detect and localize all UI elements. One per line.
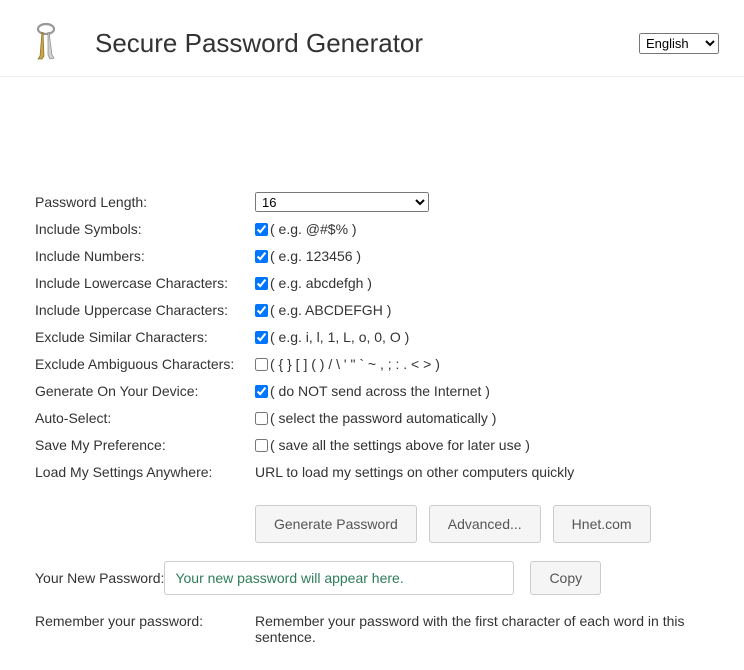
ambiguous-hint: ( { } [ ] ( ) / \ ' " ` ~ , ; : . < > ): [270, 356, 440, 372]
device-checkbox[interactable]: [255, 385, 268, 398]
symbols-label: Include Symbols:: [35, 221, 255, 237]
symbols-hint: ( e.g. @#$% ): [270, 221, 357, 237]
similar-hint: ( e.g. i, l, 1, L, o, 0, O ): [270, 329, 409, 345]
content: Password Length: 16 Include Symbols: ( e…: [0, 77, 744, 670]
generate-button[interactable]: Generate Password: [255, 505, 417, 543]
device-label: Generate On Your Device:: [35, 383, 255, 399]
uppercase-checkbox[interactable]: [255, 304, 268, 317]
device-row: Generate On Your Device: ( do NOT send a…: [35, 381, 709, 401]
advanced-button[interactable]: Advanced...: [429, 505, 541, 543]
uppercase-hint: ( e.g. ABCDEFGH ): [270, 302, 391, 318]
remember-text: Remember your password with the first ch…: [255, 613, 709, 645]
password-output[interactable]: [164, 561, 514, 595]
ambiguous-row: Exclude Ambiguous Characters: ( { } [ ] …: [35, 354, 709, 374]
remember-label: Remember your password:: [35, 613, 255, 629]
header: Secure Password Generator English: [0, 0, 744, 77]
device-hint: ( do NOT send across the Internet ): [270, 383, 490, 399]
length-label: Password Length:: [35, 194, 255, 210]
length-row: Password Length: 16: [35, 192, 709, 212]
lowercase-label: Include Lowercase Characters:: [35, 275, 255, 291]
hnet-button[interactable]: Hnet.com: [553, 505, 651, 543]
lowercase-checkbox[interactable]: [255, 277, 268, 290]
numbers-row: Include Numbers: ( e.g. 123456 ): [35, 246, 709, 266]
keys-icon: [25, 22, 67, 64]
output-label: Your New Password:: [35, 570, 164, 586]
lowercase-hint: ( e.g. abcdefgh ): [270, 275, 372, 291]
button-row: Generate Password Advanced... Hnet.com: [255, 505, 709, 543]
numbers-hint: ( e.g. 123456 ): [270, 248, 361, 264]
autoselect-label: Auto-Select:: [35, 410, 255, 426]
page-title: Secure Password Generator: [95, 28, 423, 59]
output-row: Your New Password: Copy: [35, 561, 709, 595]
numbers-label: Include Numbers:: [35, 248, 255, 264]
uppercase-row: Include Uppercase Characters: ( e.g. ABC…: [35, 300, 709, 320]
ambiguous-checkbox[interactable]: [255, 358, 268, 371]
autoselect-checkbox[interactable]: [255, 412, 268, 425]
ambiguous-label: Exclude Ambiguous Characters:: [35, 356, 255, 372]
numbers-checkbox[interactable]: [255, 250, 268, 263]
similar-row: Exclude Similar Characters: ( e.g. i, l,…: [35, 327, 709, 347]
similar-label: Exclude Similar Characters:: [35, 329, 255, 345]
save-label: Save My Preference:: [35, 437, 255, 453]
symbols-row: Include Symbols: ( e.g. @#$% ): [35, 219, 709, 239]
length-select[interactable]: 16: [255, 192, 429, 212]
lowercase-row: Include Lowercase Characters: ( e.g. abc…: [35, 273, 709, 293]
load-text: URL to load my settings on other compute…: [255, 464, 574, 480]
language-select[interactable]: English: [639, 33, 719, 54]
load-label: Load My Settings Anywhere:: [35, 464, 255, 480]
copy-button[interactable]: Copy: [530, 561, 601, 595]
symbols-checkbox[interactable]: [255, 223, 268, 236]
load-row: Load My Settings Anywhere: URL to load m…: [35, 462, 709, 482]
save-hint: ( save all the settings above for later …: [270, 437, 530, 453]
save-checkbox[interactable]: [255, 439, 268, 452]
save-row: Save My Preference: ( save all the setti…: [35, 435, 709, 455]
autoselect-hint: ( select the password automatically ): [270, 410, 496, 426]
remember-row: Remember your password: Remember your pa…: [35, 613, 709, 645]
autoselect-row: Auto-Select: ( select the password autom…: [35, 408, 709, 428]
uppercase-label: Include Uppercase Characters:: [35, 302, 255, 318]
header-left: Secure Password Generator: [25, 22, 423, 64]
similar-checkbox[interactable]: [255, 331, 268, 344]
